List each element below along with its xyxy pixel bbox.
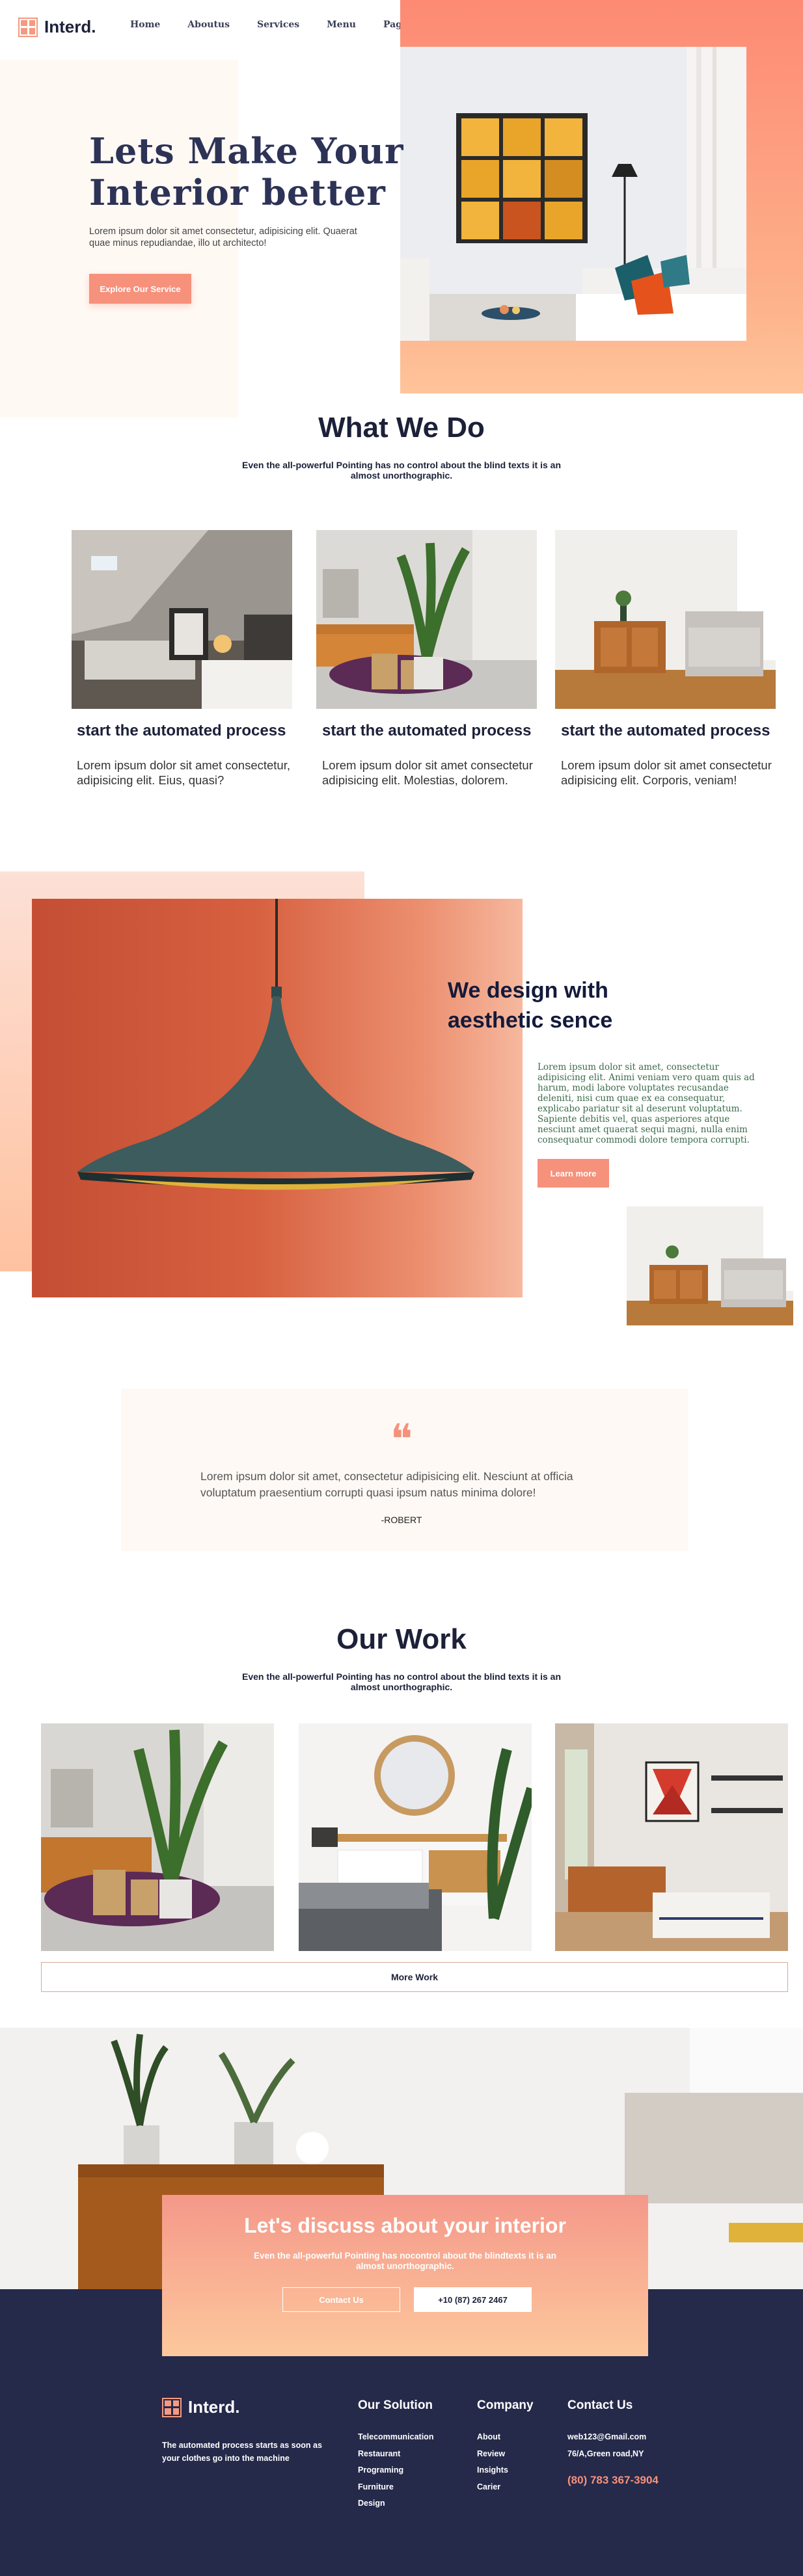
card-3-text: Lorem ipsum dolor sit amet consectetur a… [561,758,772,787]
footer-company-list: About Review Insights Carier [477,2432,508,2499]
what-we-do-subtitle: Even the all-powerful Pointing has no co… [241,460,562,481]
footer-link[interactable]: Carier [477,2482,508,2499]
logo-grid-icon [18,17,38,37]
work-3-image[interactable] [555,1723,788,1951]
footer-contact-list: web123@Gmail.com 76/A,Green road,NY [567,2432,646,2465]
nav-services[interactable]: Services [257,20,299,30]
footer-link[interactable]: About [477,2432,508,2449]
footer-solution-list: Telecommunication Restaurant Programing … [358,2432,433,2516]
more-work-button[interactable]: More Work [41,1962,788,1992]
footer-address: 76/A,Green road,NY [567,2449,644,2458]
footer-link[interactable]: Furniture [358,2482,433,2499]
quote-icon: ❝ [390,1416,413,1464]
contact-us-button[interactable]: Contact Us [282,2287,400,2312]
card-1-bedroom-image [72,530,292,709]
main-nav: Home Aboutus Services Menu Pages [130,20,413,30]
work-1-image[interactable] [41,1723,274,1951]
footer-logo[interactable]: Interd. [162,2397,239,2417]
footer-contact-title: Contact Us [567,2398,633,2412]
brand-name: Interd. [44,17,96,36]
design-small-room-image [627,1206,793,1325]
footer-company-title: Company [477,2398,534,2412]
discuss-subtitle: Even the all-powerful Pointing has nocon… [253,2251,557,2271]
card-1-title: start the automated process [77,722,286,739]
phone-button[interactable]: +10 (87) 267 2467 [414,2287,532,2312]
footer-tagline: The automated process starts as soon as … [162,2441,322,2463]
card-3-sideboard-image [555,530,776,709]
footer-link[interactable]: Telecommunication [358,2432,433,2449]
work-2-image[interactable] [299,1723,532,1951]
hero-title-line1: Lets Make Your [89,130,404,172]
our-work-title: Our Work [336,1623,467,1655]
nav-aboutus[interactable]: Aboutus [187,20,230,30]
card-2-living-image [316,530,537,709]
footer-logo-grid-icon [162,2397,182,2417]
footer-link[interactable]: Restaurant [358,2449,433,2466]
footer-link[interactable]: Insights [477,2465,508,2482]
card-2-text: Lorem ipsum dolor sit amet consectetur a… [322,758,533,787]
footer-email[interactable]: web123@Gmail.com [567,2432,646,2449]
brand-logo[interactable]: Interd. [18,17,96,37]
hero-description: Lorem ipsum dolor sit amet consectetur, … [89,226,357,248]
learn-more-button[interactable]: Learn more [538,1159,609,1188]
hero-living-room-image [400,47,746,341]
nav-menu[interactable]: Menu [327,20,356,30]
card-1-text: Lorem ipsum dolor sit amet consectetur, … [77,758,291,787]
hero-title-line2: Interior better [89,172,386,213]
our-work-subtitle: Even the all-powerful Pointing has no co… [241,1671,562,1692]
card-2-title: start the automated process [322,722,532,739]
pendant-lamp-image [32,899,523,1297]
hero-title: Lets Make Your Interior better [89,130,403,213]
testimonial-text: Lorem ipsum dolor sit amet, consectetur … [200,1470,573,1499]
explore-service-button[interactable]: Explore Our Service [89,274,191,304]
design-title-line2: aesthetic sence [448,1008,613,1033]
footer-link[interactable]: Programing [358,2465,433,2482]
nav-home[interactable]: Home [130,20,160,30]
footer-link[interactable]: Review [477,2449,508,2466]
design-title: We design with aesthetic sence [448,976,612,1035]
what-we-do-title: What We Do [318,412,485,444]
footer-phone[interactable]: (80) 783 367-3904 [567,2474,659,2487]
footer-solution-title: Our Solution [358,2398,433,2412]
design-title-line1: We design with [448,978,608,1003]
footer-brand-name: Interd. [188,2397,240,2417]
discuss-title: Let's discuss about your interior [244,2214,566,2237]
footer-link[interactable]: Design [358,2499,433,2516]
testimonial-author: -ROBERT [381,1515,422,1525]
design-description: Lorem ipsum dolor sit amet, consectetur … [538,1062,755,1145]
card-3-title: start the automated process [561,722,770,739]
